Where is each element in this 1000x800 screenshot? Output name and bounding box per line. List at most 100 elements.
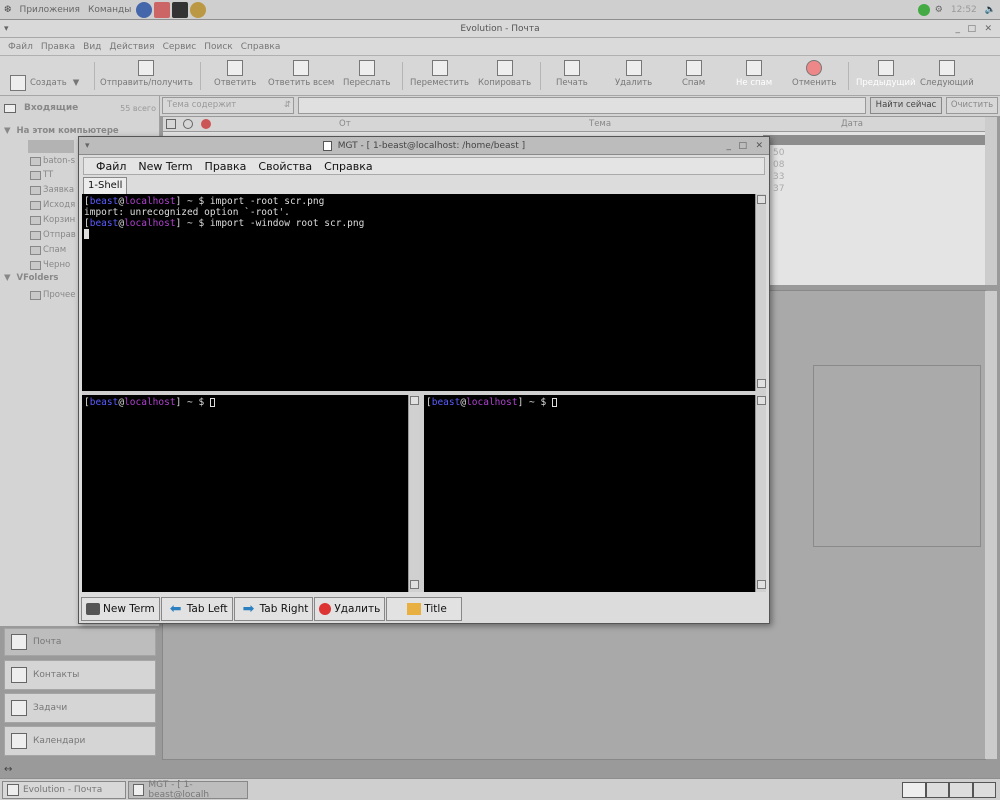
folder-trash[interactable]: Корзин xyxy=(30,213,75,227)
collapse-icon[interactable]: ▼ xyxy=(4,273,11,283)
spam-button[interactable]: Спам xyxy=(682,60,705,94)
column-subject[interactable]: Тема xyxy=(589,119,611,129)
new-button[interactable]: Создать ▼ xyxy=(10,66,79,100)
terminal-top-scrollbar[interactable] xyxy=(755,194,766,391)
maximize-icon[interactable]: □ xyxy=(738,137,747,155)
status-column-icon[interactable] xyxy=(166,119,176,129)
menu-edit[interactable]: Правка xyxy=(37,42,79,52)
clock[interactable]: 12:52 xyxy=(947,5,981,15)
tab-left-button[interactable]: ⬅ Tab Left xyxy=(160,597,233,621)
mgt-menu-new-term[interactable]: New Term xyxy=(132,160,198,173)
terminal-bottom-right[interactable]: [beast@localhost] ~ $ xyxy=(424,395,755,592)
scroll-down-icon[interactable] xyxy=(410,580,419,589)
copy-button[interactable]: Копировать xyxy=(478,60,531,94)
cancel-button[interactable]: Отменить xyxy=(792,60,836,94)
mgt-menu-help[interactable]: Справка xyxy=(318,160,378,173)
preview-scrollbar[interactable] xyxy=(985,291,997,759)
folder-selected[interactable] xyxy=(28,140,74,153)
task-evolution[interactable]: Evolution - Почта xyxy=(2,781,126,799)
window-menu-icon[interactable]: ▾ xyxy=(85,137,90,155)
folder-zayavka[interactable]: Заявка xyxy=(30,183,74,197)
close-icon[interactable]: ✕ xyxy=(755,137,763,155)
notification-icon[interactable] xyxy=(917,3,930,16)
folder-spam[interactable]: Спам xyxy=(30,243,66,257)
nav-calendars[interactable]: Календари xyxy=(4,726,156,756)
close-icon[interactable]: ✕ xyxy=(984,20,992,38)
vfolders-group[interactable]: ▼ VFolders xyxy=(4,273,58,283)
workspace-2[interactable] xyxy=(925,782,949,798)
title-button[interactable]: Title xyxy=(386,597,463,621)
column-date[interactable]: Дата xyxy=(841,119,863,129)
workspace-3[interactable] xyxy=(949,782,973,798)
maximize-icon[interactable]: □ xyxy=(967,20,976,38)
menu-view[interactable]: Вид xyxy=(79,42,105,52)
vfolder-other[interactable]: Прочее xyxy=(30,288,75,302)
move-button[interactable]: Переместить xyxy=(410,60,469,94)
volume-icon[interactable]: 🔈 xyxy=(981,5,1000,15)
tab-1-shell[interactable]: 1-Shell xyxy=(83,177,128,194)
workspace-switcher[interactable] xyxy=(902,782,996,798)
message-list-scrollbar[interactable] xyxy=(985,117,997,285)
terminal-launcher-icon[interactable] xyxy=(172,1,189,18)
column-from[interactable]: От xyxy=(339,119,351,129)
menu-search[interactable]: Поиск xyxy=(200,42,237,52)
previous-button[interactable]: Предыдущий xyxy=(856,60,916,94)
mgt-menu-file[interactable]: Файл xyxy=(90,160,132,173)
flag-column-icon[interactable] xyxy=(201,119,211,129)
scroll-up-icon[interactable] xyxy=(757,195,766,204)
next-button[interactable]: Следующий xyxy=(920,60,974,94)
attachment-column-icon[interactable] xyxy=(183,119,193,129)
folder-tt[interactable]: TT xyxy=(30,168,53,182)
nav-contacts[interactable]: Контакты xyxy=(4,660,156,690)
gimp-launcher-icon[interactable] xyxy=(190,1,207,18)
scroll-down-icon[interactable] xyxy=(757,580,766,589)
mgt-menu-edit[interactable]: Правка xyxy=(199,160,253,173)
reply-all-button[interactable]: Ответить всем xyxy=(268,60,334,94)
actions-menu[interactable]: Команды xyxy=(84,5,135,15)
delete-button[interactable]: Удалить xyxy=(615,60,652,94)
folder-sent[interactable]: Отправ xyxy=(30,228,76,242)
forward-button[interactable]: Переслать xyxy=(343,60,391,94)
find-now-button[interactable]: Найти сейчас xyxy=(870,97,942,114)
local-folders-group[interactable]: ▼ На этом компьютере xyxy=(4,126,119,136)
terminal-bottom-right-scrollbar[interactable] xyxy=(755,395,766,592)
workspace-1[interactable] xyxy=(902,782,926,798)
workspace-4[interactable] xyxy=(972,782,996,798)
send-receive-button[interactable]: Отправить/получить xyxy=(100,60,193,94)
task-mgt[interactable]: MGT - [ 1-beast@localh xyxy=(128,780,248,800)
menu-help[interactable]: Справка xyxy=(237,42,285,52)
selected-row[interactable] xyxy=(763,135,985,145)
search-input[interactable] xyxy=(298,97,866,114)
reply-button[interactable]: Ответить xyxy=(214,60,256,94)
tab-right-button[interactable]: ➡ Tab Right xyxy=(233,597,314,621)
nav-mail[interactable]: Почта xyxy=(4,628,156,656)
print-button[interactable]: Печать xyxy=(556,60,588,94)
browser-launcher-icon[interactable] xyxy=(136,1,153,18)
scroll-up-icon[interactable] xyxy=(410,396,419,405)
mail-launcher-icon[interactable] xyxy=(154,1,171,18)
terminal-bottom-left-scrollbar[interactable] xyxy=(408,395,419,592)
terminal-bottom-left[interactable]: [beast@localhost] ~ $ xyxy=(82,395,408,592)
nav-tasks[interactable]: Задачи xyxy=(4,693,156,723)
applications-menu[interactable]: Приложения xyxy=(16,5,84,15)
new-term-button[interactable]: New Term xyxy=(81,597,160,621)
folder-drafts[interactable]: Черно xyxy=(30,258,70,272)
search-scope-select[interactable]: Тема содержит ⇵ xyxy=(162,97,294,114)
network-icon[interactable]: ⚙ xyxy=(931,5,947,15)
collapse-icon[interactable]: ▼ xyxy=(4,126,11,136)
folder-outbox[interactable]: Исходя xyxy=(30,198,75,212)
not-spam-button[interactable]: Не спам xyxy=(736,60,772,94)
mgt-menu-properties[interactable]: Свойства xyxy=(252,160,318,173)
sidebar-handle-icon[interactable]: ↔ xyxy=(4,764,12,775)
folder-baton[interactable]: baton-s xyxy=(30,154,75,168)
menu-actions[interactable]: Действия xyxy=(105,42,158,52)
window-menu-icon[interactable]: ▾ xyxy=(4,20,9,38)
clear-button[interactable]: Очистить xyxy=(946,97,998,114)
gnome-foot-icon[interactable]: ❆ xyxy=(0,5,16,15)
menu-tools[interactable]: Сервис xyxy=(159,42,201,52)
scroll-up-icon[interactable] xyxy=(757,396,766,405)
minimize-icon[interactable]: _ xyxy=(956,20,961,38)
menu-file[interactable]: Файл xyxy=(4,42,37,52)
terminal-top[interactable]: [beast@localhost] ~ $ import -root scr.p… xyxy=(82,194,755,391)
delete-button[interactable]: Удалить xyxy=(314,597,386,621)
